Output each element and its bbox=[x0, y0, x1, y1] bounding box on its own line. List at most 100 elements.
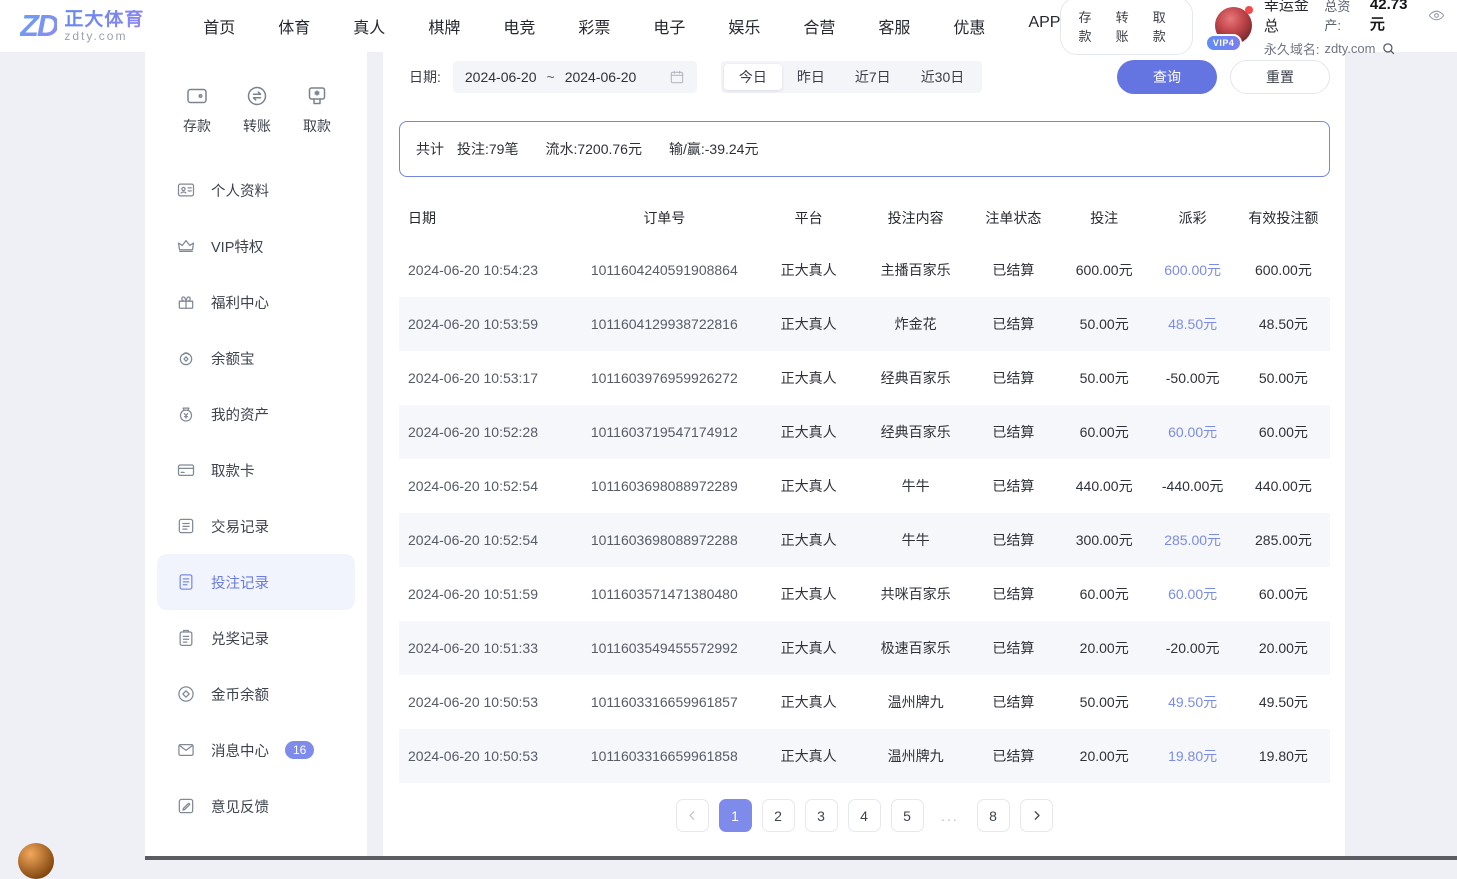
nav-item-9[interactable]: 合营 bbox=[803, 14, 835, 38]
page-buttons: 12345... 8 bbox=[719, 799, 1010, 832]
sidebar-item-redeem-records[interactable]: 兑奖记录 bbox=[157, 610, 355, 666]
gift-icon bbox=[176, 292, 196, 312]
nav-item-7[interactable]: 电子 bbox=[653, 14, 685, 38]
page-button-2[interactable]: 2 bbox=[762, 799, 795, 832]
transactions-icon bbox=[176, 516, 196, 536]
piggy-bank-icon bbox=[176, 348, 196, 368]
horizontal-scrollbar[interactable] bbox=[145, 856, 1457, 860]
money-bag-icon bbox=[176, 404, 196, 424]
sidebar-item-feedback[interactable]: 意见反馈 bbox=[157, 778, 355, 834]
sidebar-item-my-assets[interactable]: 我的资产 bbox=[157, 386, 355, 442]
cell-date: 2024-06-20 10:53:59 bbox=[399, 297, 576, 351]
cell-bet: 60.00元 bbox=[1060, 567, 1148, 621]
logo-domain: zdty.com bbox=[64, 30, 144, 43]
eye-icon[interactable] bbox=[1428, 7, 1445, 24]
sidebar-item-welfare-center[interactable]: 福利中心 bbox=[157, 274, 355, 330]
floating-widget[interactable] bbox=[18, 843, 54, 879]
date-label: 日期: bbox=[409, 67, 441, 87]
next-page-button[interactable] bbox=[1020, 799, 1053, 832]
cell-order: 1011603976959926272 bbox=[576, 351, 753, 405]
quick-range-yesterday[interactable]: 昨日 bbox=[782, 64, 840, 90]
sidebar-item-coin-balance[interactable]: 金币余额 bbox=[157, 666, 355, 722]
wallet-action-withdraw[interactable]: 取款 bbox=[1153, 7, 1175, 45]
page-ellipsis[interactable]: ... bbox=[934, 799, 967, 832]
nav-item-2[interactable]: 体育 bbox=[278, 14, 310, 38]
nav-item-5[interactable]: 电竞 bbox=[503, 14, 535, 38]
cell-date: 2024-06-20 10:50:53 bbox=[399, 729, 576, 783]
table-row: 2024-06-20 10:54:231011604240591908864正大… bbox=[399, 243, 1330, 297]
search-icon[interactable] bbox=[1381, 41, 1396, 56]
app-logo[interactable]: ZD 正大体育 zdty.com bbox=[20, 8, 165, 44]
quick-action-transfer[interactable]: 转账 bbox=[243, 84, 271, 136]
cell-content: 共咪百家乐 bbox=[864, 567, 966, 621]
sidebar-item-yuebao[interactable]: 余额宝 bbox=[157, 330, 355, 386]
cell-platform: 正大真人 bbox=[753, 675, 865, 729]
wallet-action-transfer[interactable]: 转账 bbox=[1116, 7, 1138, 45]
quick-range-last7days[interactable]: 近7日 bbox=[840, 64, 906, 90]
sidebar-item-bet-records[interactable]: 投注记录 bbox=[157, 554, 355, 610]
page-button-3[interactable]: 3 bbox=[805, 799, 838, 832]
sidebar-item-withdraw-card[interactable]: 取款卡 bbox=[157, 442, 355, 498]
sidebar-item-transaction-records[interactable]: 交易记录 bbox=[157, 498, 355, 554]
reset-button[interactable]: 重置 bbox=[1230, 60, 1330, 94]
column-header-5: 注单状态 bbox=[967, 193, 1060, 243]
sidebar-item-profile[interactable]: 个人资料 bbox=[157, 162, 355, 218]
nav-item-6[interactable]: 彩票 bbox=[578, 14, 610, 38]
transfer-icon bbox=[245, 84, 269, 108]
column-header-6: 投注 bbox=[1060, 193, 1148, 243]
cell-date: 2024-06-20 10:50:53 bbox=[399, 675, 576, 729]
records-table: 日期订单号平台投注内容注单状态投注派彩有效投注额 2024-06-20 10:5… bbox=[399, 193, 1330, 783]
total-assets-value: 42.73元 bbox=[1370, 0, 1415, 34]
cell-bet: 600.00元 bbox=[1060, 243, 1148, 297]
page-button-8[interactable]: 8 bbox=[977, 799, 1010, 832]
page-button-4[interactable]: 4 bbox=[848, 799, 881, 832]
cell-valid: 20.00元 bbox=[1237, 621, 1330, 675]
nav-item-12[interactable]: APP bbox=[1028, 14, 1060, 38]
cell-payout: -20.00元 bbox=[1148, 621, 1236, 675]
table-header-row: 日期订单号平台投注内容注单状态投注派彩有效投注额 bbox=[399, 193, 1330, 243]
wallet-action-deposit[interactable]: 存款 bbox=[1078, 7, 1100, 45]
cell-bet: 440.00元 bbox=[1060, 459, 1148, 513]
quick-action-deposit[interactable]: 存款 bbox=[183, 84, 211, 136]
cell-platform: 正大真人 bbox=[753, 351, 865, 405]
top-header: ZD 正大体育 zdty.com 首页 体育 真人 棋牌 电竞 彩票 电子 娱乐 合营 客服 优惠 A… bbox=[0, 0, 1457, 52]
sidebar-item-label: VIP特权 bbox=[211, 236, 263, 257]
avatar[interactable]: VIP4 bbox=[1215, 7, 1253, 45]
cell-date: 2024-06-20 10:53:17 bbox=[399, 351, 576, 405]
quick-action-withdraw[interactable]: 取款 bbox=[303, 84, 331, 136]
sidebar-item-label: 我的资产 bbox=[211, 404, 269, 425]
bet-records-icon bbox=[176, 572, 196, 592]
nav-item-10[interactable]: 客服 bbox=[878, 14, 910, 38]
cell-valid: 440.00元 bbox=[1237, 459, 1330, 513]
nav-item-3[interactable]: 真人 bbox=[353, 14, 385, 38]
quick-range-last30days[interactable]: 近30日 bbox=[906, 64, 980, 90]
sidebar-quick-actions: 存款转账取款 bbox=[145, 52, 367, 136]
search-button[interactable]: 查询 bbox=[1117, 60, 1217, 94]
page-button-5[interactable]: 5 bbox=[891, 799, 924, 832]
page-button-1[interactable]: 1 bbox=[719, 799, 752, 832]
quick-range-today[interactable]: 今日 bbox=[724, 64, 782, 90]
cell-order: 1011603698088972288 bbox=[576, 513, 753, 567]
cell-content: 温州牌九 bbox=[864, 729, 966, 783]
cell-order: 1011603698088972289 bbox=[576, 459, 753, 513]
cell-date: 2024-06-20 10:51:33 bbox=[399, 621, 576, 675]
deposit-icon bbox=[185, 84, 209, 108]
nav-item-8[interactable]: 娱乐 bbox=[728, 14, 760, 38]
main-nav: 首页 体育 真人 棋牌 电竞 彩票 电子 娱乐 合营 客服 优惠 APP bbox=[203, 14, 1060, 38]
sidebar-item-message-center[interactable]: 消息中心16 bbox=[157, 722, 355, 778]
summary-box: 共计 投注:79笔流水:7200.76元输/赢:-39.24元 bbox=[399, 121, 1330, 177]
nav-item-11[interactable]: 优惠 bbox=[953, 14, 985, 38]
cell-content: 经典百家乐 bbox=[864, 351, 966, 405]
unread-count-badge: 16 bbox=[285, 741, 314, 759]
nav-item-4[interactable]: 棋牌 bbox=[428, 14, 460, 38]
prev-page-button[interactable] bbox=[676, 799, 709, 832]
nav-item-1[interactable]: 首页 bbox=[203, 14, 235, 38]
column-header-2: 订单号 bbox=[576, 193, 753, 243]
table-row: 2024-06-20 10:53:591011604129938722816正大… bbox=[399, 297, 1330, 351]
sidebar-item-vip-privilege[interactable]: VIP特权 bbox=[157, 218, 355, 274]
cell-valid: 600.00元 bbox=[1237, 243, 1330, 297]
date-range-input[interactable]: 2024-06-20 ~ 2024-06-20 bbox=[453, 61, 697, 93]
cell-bet: 50.00元 bbox=[1060, 351, 1148, 405]
cell-valid: 48.50元 bbox=[1237, 297, 1330, 351]
calendar-icon bbox=[669, 69, 685, 85]
